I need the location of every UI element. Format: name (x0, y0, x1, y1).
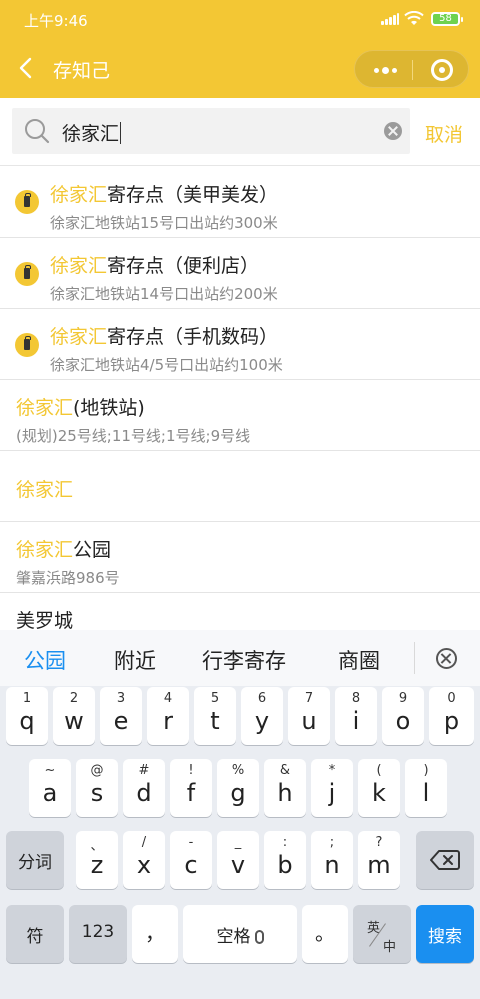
key-g[interactable]: % g (217, 759, 259, 817)
result-title: 徐家汇公园 (16, 539, 112, 561)
key-k[interactable]: (k (358, 759, 400, 817)
suggestion-item[interactable]: 附近 (114, 645, 156, 675)
battery-icon: 58 (431, 12, 463, 26)
key-j[interactable]: * j (311, 759, 353, 817)
microphone-icon (254, 930, 264, 944)
result-subtitle: 徐家汇地铁站4/5号口出站约100米 (50, 356, 283, 374)
suggestion-item[interactable]: 公园 (24, 645, 66, 675)
result-item[interactable]: 徐家汇公园 肇嘉浜路986号 (0, 522, 480, 593)
key-c[interactable]: -c (170, 831, 212, 889)
keyboard: 公园 附近 行李寄存 商圈 1q 2w 3e 4r 5t 6y 7u 8i 9o… (0, 630, 480, 999)
key-u[interactable]: 7u (288, 687, 330, 745)
cancel-button[interactable]: 取消 (425, 120, 463, 147)
page-title: 存知己 (53, 60, 111, 82)
key-q[interactable]: 1q (6, 687, 48, 745)
signal-icon (381, 13, 399, 25)
key-v[interactable]: _ v (217, 831, 259, 889)
luggage-icon (15, 190, 39, 214)
result-item[interactable]: 徐家汇 (0, 451, 480, 522)
result-title: 徐家汇 (16, 479, 74, 501)
key-o[interactable]: 9o (382, 687, 424, 745)
result-title: 美罗城 (16, 610, 74, 630)
key-w[interactable]: 2w (53, 687, 95, 745)
wifi-icon (404, 11, 424, 25)
suggestion-divider (414, 642, 415, 674)
status-bar: 上午9:46 58 (0, 0, 480, 38)
luggage-icon (15, 333, 39, 357)
result-item[interactable]: 徐家汇寄存点（美甲美发） 徐家汇地铁站15号口出站约300米 (0, 166, 480, 238)
key-l[interactable]: ) l (405, 759, 447, 817)
capsule-divider (412, 60, 413, 80)
search-input-value: 徐家汇 (62, 122, 122, 145)
key-b[interactable]: :b (264, 831, 306, 889)
nav-bar: 存知己 (0, 38, 480, 98)
suggestion-item[interactable]: 行李寄存 (202, 645, 286, 675)
key-p[interactable]: 0p (429, 687, 474, 745)
period-key[interactable]: 。 (302, 905, 348, 963)
result-title: 徐家汇寄存点（手机数码） (50, 326, 279, 348)
key-a[interactable]: ~ a (29, 759, 71, 817)
suggestion-item[interactable]: 商圈 (338, 645, 380, 675)
key-d[interactable]: # d (123, 759, 165, 817)
result-subtitle: 肇嘉浜路986号 (16, 569, 120, 587)
clear-icon[interactable] (384, 122, 402, 140)
number-key[interactable]: 123 (69, 905, 127, 963)
close-mini-program-icon[interactable] (425, 56, 457, 84)
result-subtitle: 徐家汇地铁站15号口出站约300米 (50, 214, 278, 232)
key-t[interactable]: 5t (194, 687, 236, 745)
result-item[interactable]: 徐家汇(地铁站) (规划)25号线;11号线;1号线;9号线 (0, 380, 480, 451)
header-area: 上午9:46 58 存知己 (0, 0, 480, 98)
symbol-key[interactable]: 符 (6, 905, 64, 963)
key-n[interactable]: ; n (311, 831, 353, 889)
key-h[interactable]: & h (264, 759, 306, 817)
result-subtitle: (规划)25号线;11号线;1号线;9号线 (16, 427, 251, 445)
result-item[interactable]: 美罗城 (0, 593, 480, 630)
backspace-key[interactable] (416, 831, 474, 889)
key-s[interactable]: @ s (76, 759, 118, 817)
key-f[interactable]: ! f (170, 759, 212, 817)
segment-key[interactable]: 分词 (6, 831, 64, 889)
search-key[interactable]: 搜索 (416, 905, 474, 963)
luggage-icon (15, 262, 39, 286)
search-bar: 徐家汇 取消 (0, 98, 480, 166)
key-m[interactable]: ? m (358, 831, 400, 889)
backspace-icon (430, 850, 460, 870)
result-title: 徐家汇寄存点（美甲美发） (50, 184, 279, 206)
key-z[interactable]: 、 z (76, 831, 118, 889)
result-subtitle: 徐家汇地铁站14号口出站约200米 (50, 285, 278, 303)
key-i[interactable]: 8i (335, 687, 377, 745)
comma-key[interactable]: ， (132, 905, 178, 963)
suggestion-bar: 公园 附近 行李寄存 商圈 (0, 630, 480, 686)
key-x[interactable]: / x (123, 831, 165, 889)
more-icon[interactable] (361, 55, 409, 85)
back-icon[interactable] (12, 52, 42, 84)
app: 上午9:46 58 存知己 徐家汇 取消 徐家汇寄存点（美甲美发） 徐家汇地铁站… (0, 0, 480, 999)
key-y[interactable]: 6y (241, 687, 283, 745)
search-icon (25, 119, 50, 144)
search-input[interactable]: 徐家汇 (12, 108, 410, 154)
mini-program-capsule (354, 50, 469, 88)
status-time: 上午9:46 (24, 12, 88, 30)
language-switch-key[interactable]: 英 中 (353, 905, 411, 963)
key-r[interactable]: 4r (147, 687, 189, 745)
key-e[interactable]: 3e (100, 687, 142, 745)
result-item[interactable]: 徐家汇寄存点（手机数码） 徐家汇地铁站4/5号口出站约100米 (0, 309, 480, 380)
result-title: 徐家汇寄存点（便利店） (50, 255, 260, 277)
result-item[interactable]: 徐家汇寄存点（便利店） 徐家汇地铁站14号口出站约200米 (0, 238, 480, 309)
space-key[interactable]: 空格 (183, 905, 297, 963)
battery-level: 58 (439, 13, 452, 24)
search-results: 徐家汇寄存点（美甲美发） 徐家汇地铁站15号口出站约300米 徐家汇寄存点（便利… (0, 166, 480, 630)
close-keyboard-icon[interactable] (436, 648, 457, 669)
result-title: 徐家汇(地铁站) (16, 397, 145, 419)
